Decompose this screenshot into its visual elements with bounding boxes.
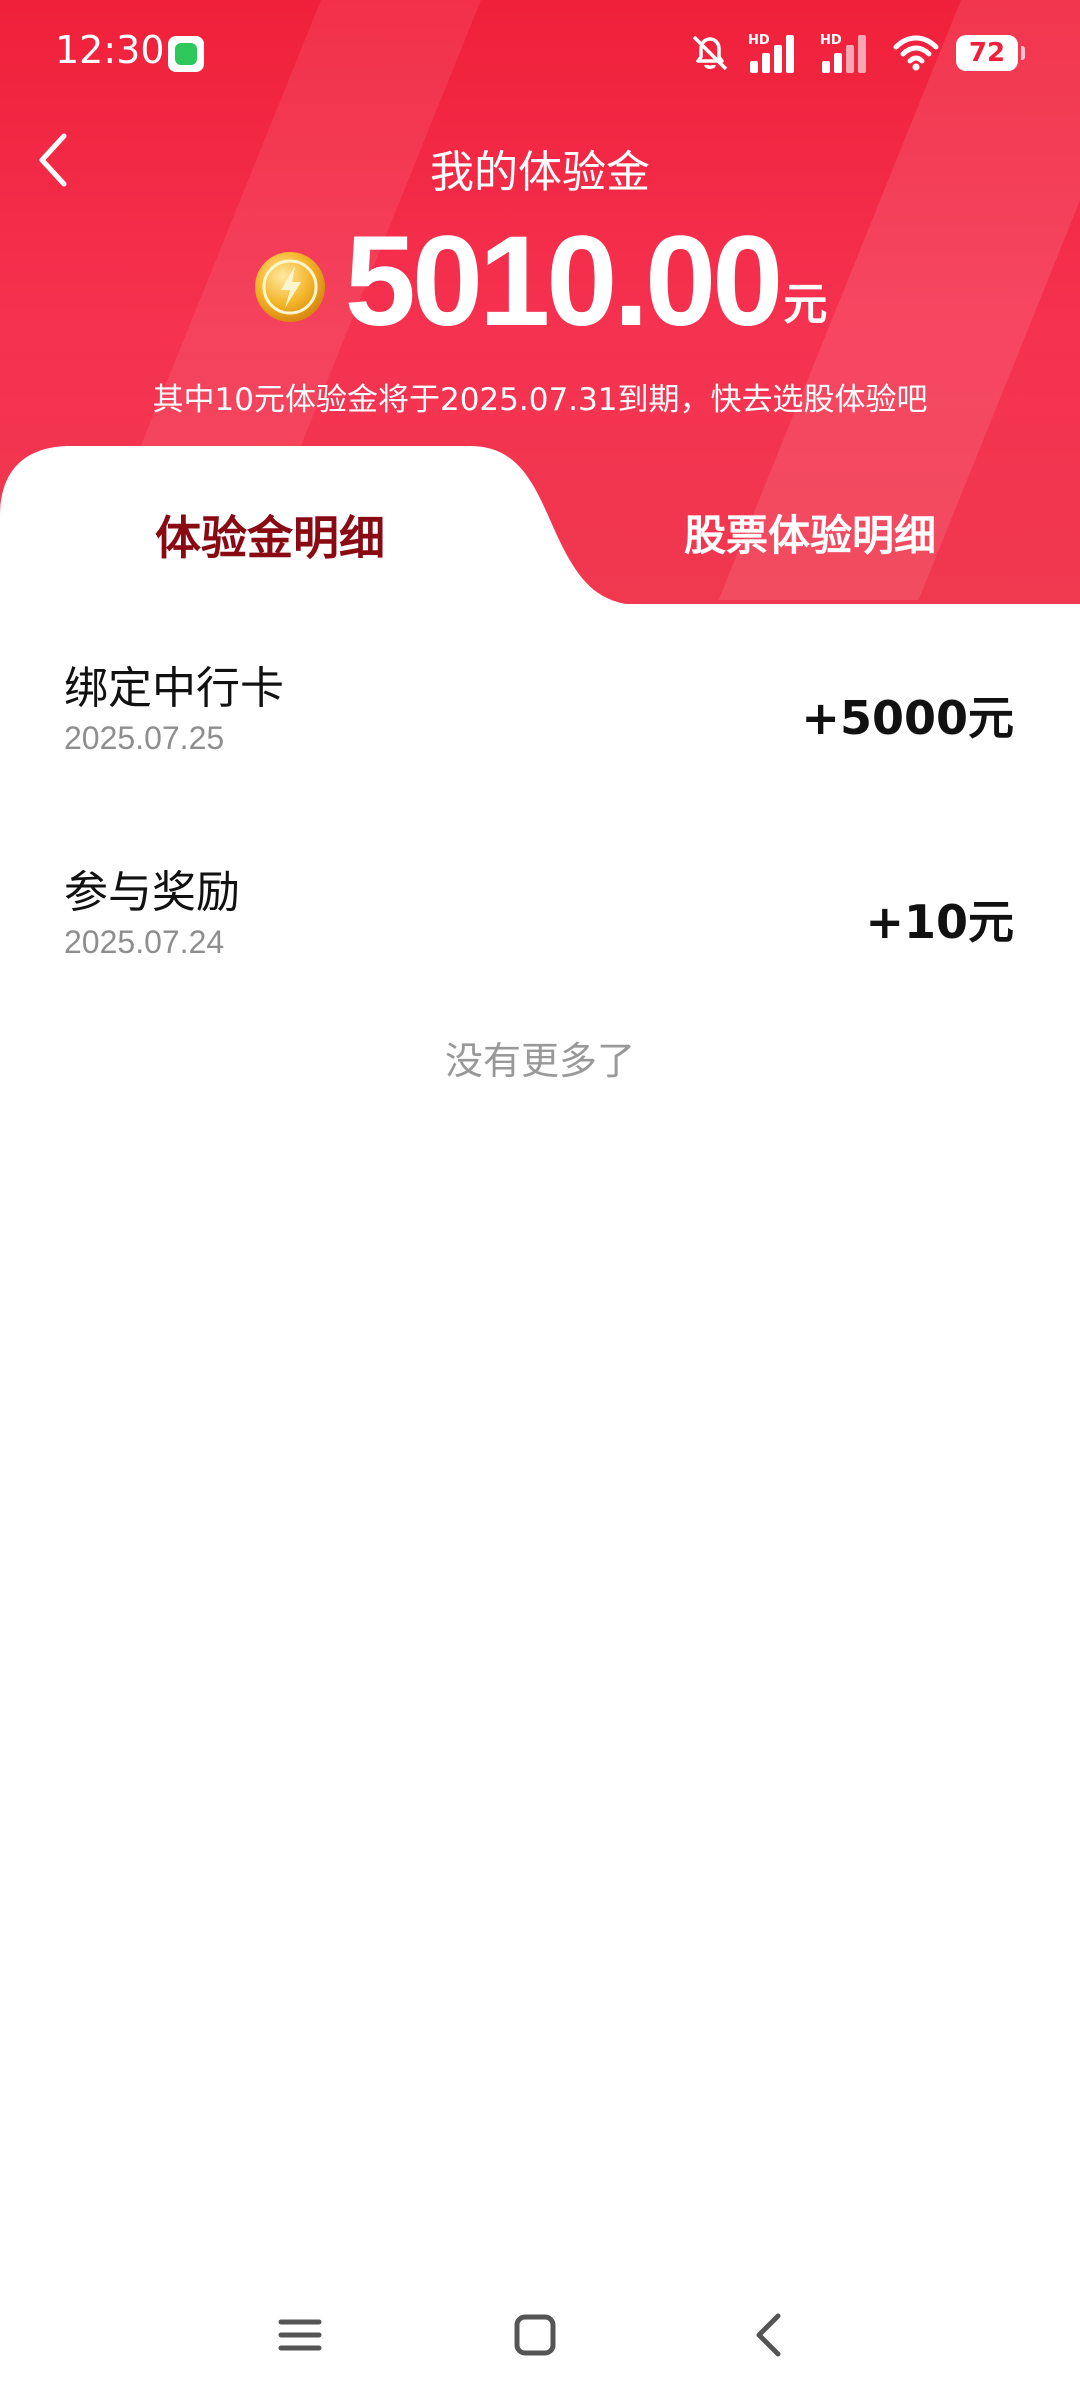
menu-icon[interactable] <box>265 2300 335 2370</box>
record-title: 绑定中行卡 <box>64 663 284 714</box>
message-app-icon <box>168 36 204 72</box>
list-item[interactable]: 绑定中行卡 2025.07.25 +5000元 <box>0 604 1080 808</box>
hd-label: HD <box>748 33 770 48</box>
no-more-text: 没有更多了 <box>444 1039 635 1083</box>
wifi-icon <box>893 35 939 71</box>
record-amount: +5000元 <box>801 691 1014 745</box>
record-list: 绑定中行卡 2025.07.25 +5000元 参与奖励 2025.07.24 … <box>0 604 1080 1012</box>
record-amount: +10元 <box>865 895 1014 949</box>
tab-bar: 体验金明细 股票体验明细 <box>0 446 1080 606</box>
balance-row: 5010.00 元 <box>0 218 1080 346</box>
balance-unit: 元 <box>783 279 828 330</box>
record-title: 参与奖励 <box>64 867 240 918</box>
balance-amount: 5010.00 <box>344 210 784 353</box>
hd-label: HD <box>820 33 842 48</box>
tab-experience-fund-detail[interactable]: 体验金明细 <box>0 502 540 568</box>
list-item[interactable]: 参与奖励 2025.07.24 +10元 <box>0 808 1080 1012</box>
battery-icon: 72 <box>956 35 1025 71</box>
system-nav-bar <box>0 2290 1080 2380</box>
mute-bell-icon <box>692 35 728 71</box>
record-date: 2025.07.24 <box>64 924 225 960</box>
record-date: 2025.07.25 <box>64 720 225 756</box>
signal-icon: HD <box>748 33 804 73</box>
tab-stock-experience-detail[interactable]: 股票体验明细 <box>540 502 1080 563</box>
signal-icon: HD <box>820 33 876 73</box>
home-icon[interactable] <box>500 2300 570 2370</box>
expiry-notice: 其中10元体验金将于2025.07.31到期，快去选股体验吧 <box>152 382 928 418</box>
back-nav-icon[interactable] <box>735 2300 805 2370</box>
page-title: 我的体验金 <box>430 147 650 198</box>
gold-coin-icon <box>254 252 325 322</box>
status-icons: HD HD 72 <box>688 30 1025 76</box>
status-time: 12:30 <box>55 28 165 72</box>
